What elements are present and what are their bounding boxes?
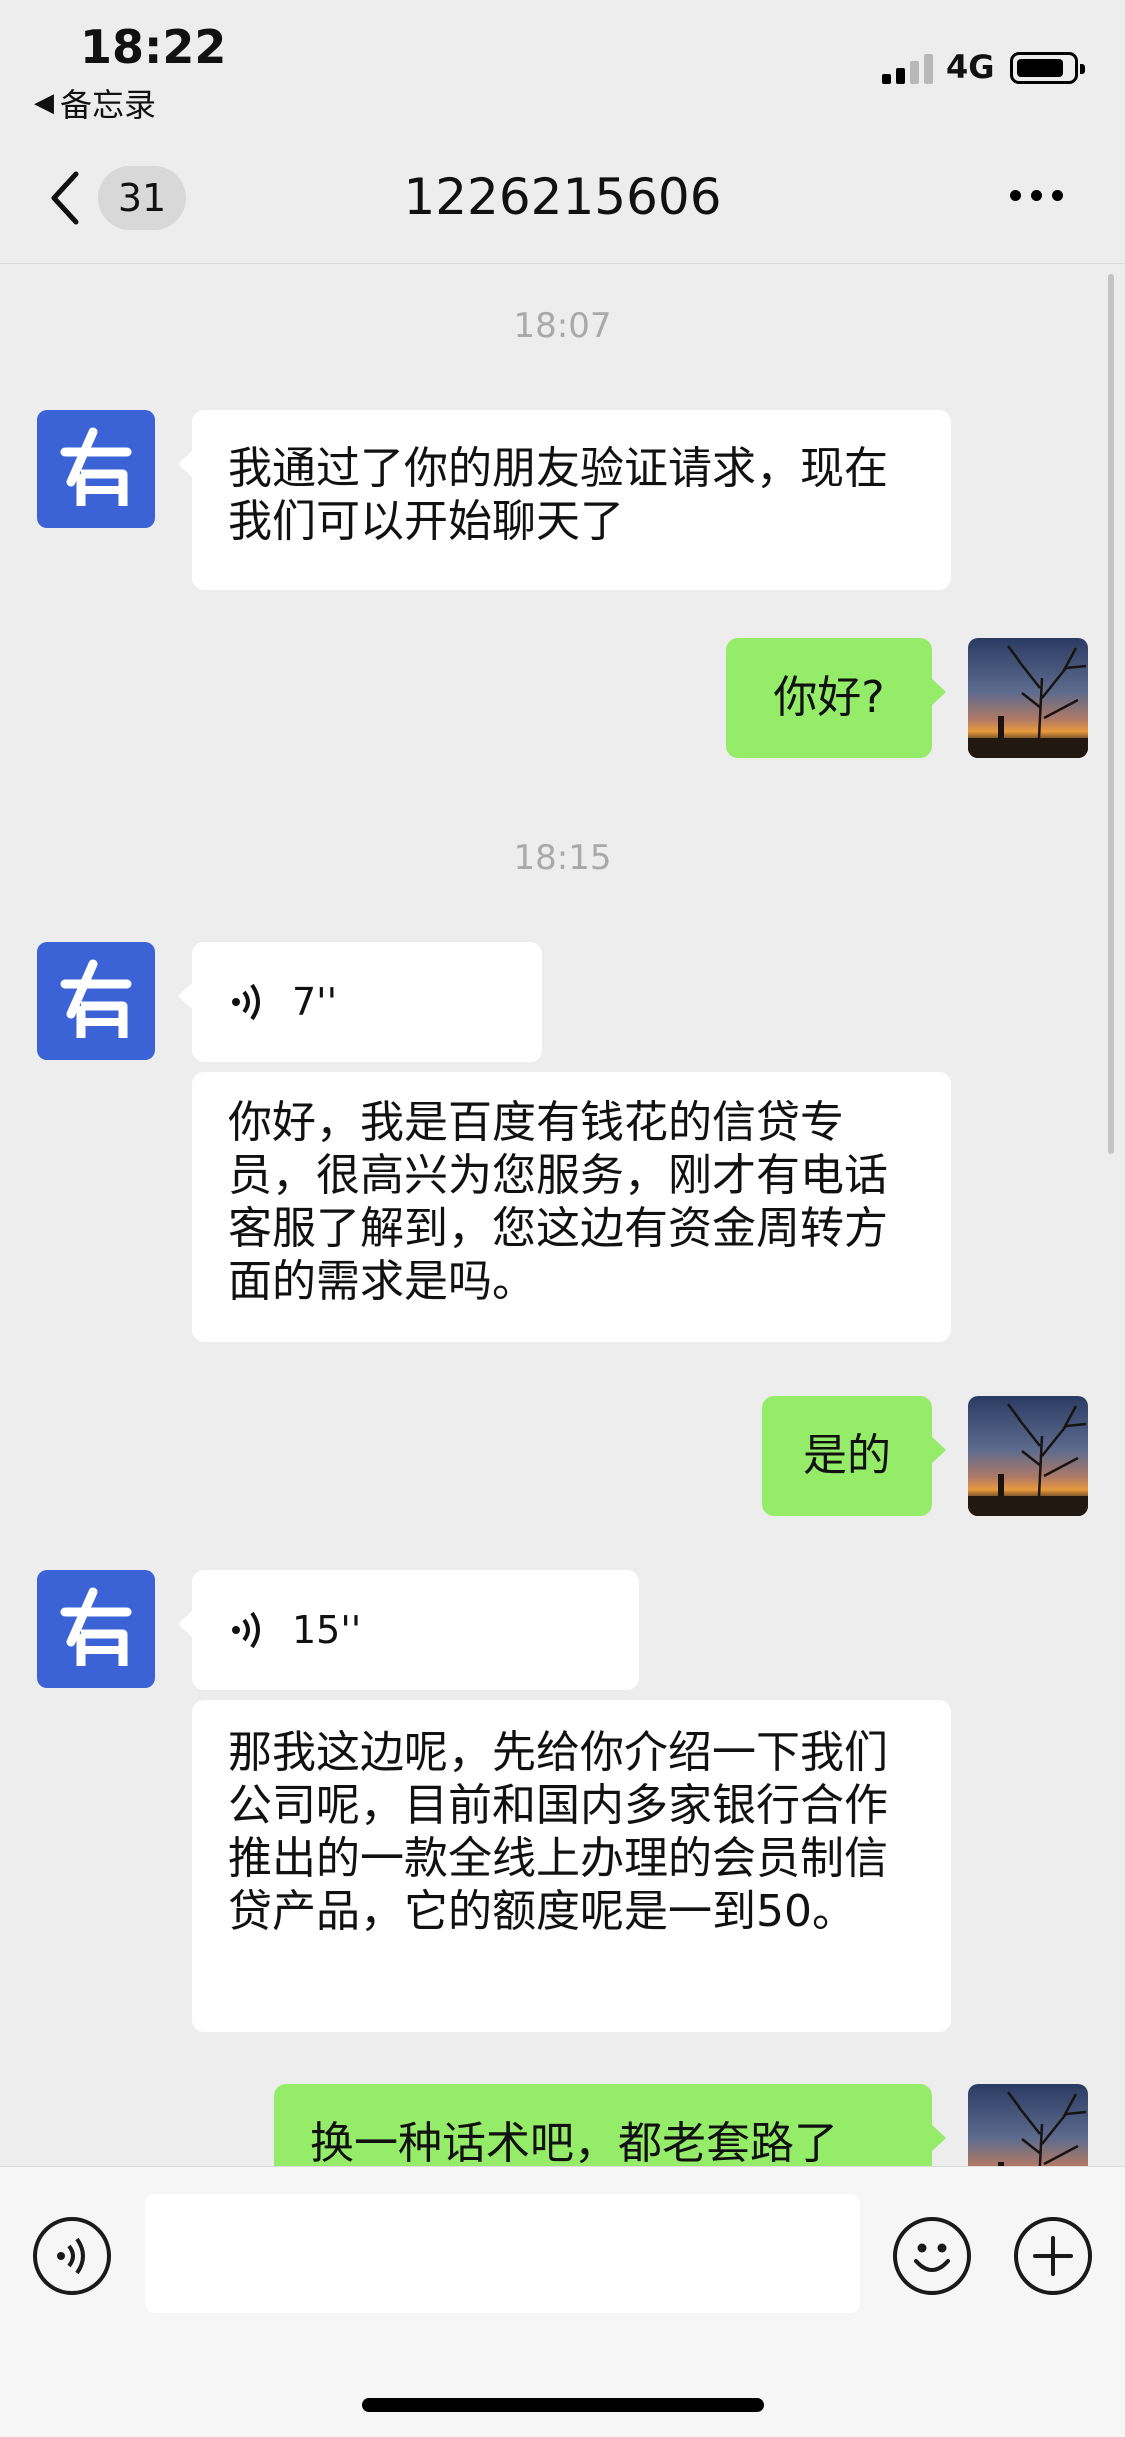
back-to-app-link[interactable]: ◀ 备忘录 — [34, 80, 156, 126]
voice-duration: 7'' — [292, 979, 338, 1024]
input-bar — [0, 2166, 1125, 2437]
battery-icon — [1010, 52, 1085, 84]
contact-avatar[interactable] — [37, 410, 155, 528]
message-bubble-incoming[interactable]: 那我这边呢，先给你介绍一下我们公司呢，目前和国内多家银行合作推出的一款全线上办理… — [192, 1700, 951, 2032]
message-bubble-outgoing[interactable]: 你好? — [726, 638, 946, 758]
plus-icon[interactable] — [1014, 2217, 1092, 2295]
message-bubble-outgoing[interactable]: 是的 — [762, 1396, 946, 1516]
voice-wave-icon — [232, 983, 260, 1021]
voice-icon[interactable] — [33, 2217, 111, 2295]
chat-title: 1226215606 — [403, 168, 722, 226]
signal-icon — [882, 50, 933, 84]
message-bubble-outgoing[interactable]: 换一种话术吧，都老套路了 — [274, 2084, 946, 2166]
voice-duration: 15'' — [292, 1607, 362, 1652]
chat-header: 31 1226215606 — [0, 130, 1125, 264]
message-input[interactable] — [145, 2194, 860, 2313]
message-bubble-incoming[interactable]: 你好，我是百度有钱花的信贷专员，很高兴为您服务，刚才有电话客服了解到，您这边有资… — [192, 1072, 951, 1342]
status-time: 18:22 — [80, 20, 227, 74]
voice-message[interactable]: 7'' — [178, 942, 542, 1062]
contact-avatar[interactable] — [37, 1570, 155, 1688]
voice-wave-icon — [232, 1611, 260, 1649]
contact-avatar[interactable] — [37, 942, 155, 1060]
scrollbar[interactable] — [1108, 274, 1114, 1154]
home-indicator[interactable] — [362, 2398, 764, 2412]
message-list[interactable]: 18:07 我通过了你的朋友验证请求，现在我们可以开始聊天了 你好? 18:15 — [0, 264, 1125, 2166]
back-triangle-icon: ◀ — [34, 88, 54, 118]
my-avatar[interactable] — [968, 638, 1088, 758]
more-dots-icon[interactable] — [1010, 190, 1063, 201]
back-app-label: 备忘录 — [60, 86, 157, 124]
timestamp: 18:15 — [513, 838, 612, 878]
timestamp: 18:07 — [513, 306, 612, 346]
network-type: 4G — [946, 48, 995, 86]
my-avatar[interactable] — [968, 1396, 1088, 1516]
emoji-icon[interactable] — [893, 2217, 971, 2295]
status-bar: 18:22 ◀ 备忘录 4G — [0, 0, 1125, 130]
my-avatar[interactable] — [968, 2084, 1088, 2166]
voice-message[interactable]: 15'' — [178, 1570, 639, 1690]
message-bubble-incoming[interactable]: 我通过了你的朋友验证请求，现在我们可以开始聊天了 — [178, 410, 951, 590]
